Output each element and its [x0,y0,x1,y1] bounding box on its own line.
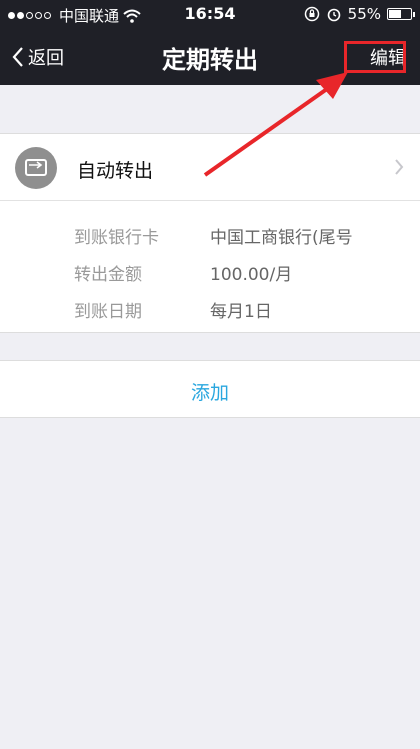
add-button[interactable]: 添加 [0,378,420,405]
amount-label: 转出金额 [74,265,142,285]
bank-card-label: 到账银行卡 [74,228,159,248]
add-card[interactable]: 添加 [0,360,420,418]
status-bar: 中国联通 16:54 55% [0,0,420,30]
battery-icon [387,8,415,20]
card-transfer-icon [15,147,57,189]
chevron-right-icon [395,159,404,175]
date-value: 每月1日 [210,302,272,322]
auto-transfer-row[interactable]: 自动转出 [0,134,420,201]
edit-highlight-box [344,41,406,73]
auto-transfer-label: 自动转出 [77,160,154,182]
amount-value: 100.00/月 [210,265,293,285]
alarm-icon [327,8,340,22]
date-label: 到账日期 [74,302,142,322]
auto-transfer-card: 自动转出 到账银行卡 中国工商银行(尾号 转出金额 100.00/月 到账日期 … [0,133,420,333]
battery-percent: 55% [347,5,381,23]
lock-rotation-icon [304,6,319,22]
bank-card-value: 中国工商银行(尾号 [210,228,353,248]
status-right: 55% [304,5,415,23]
